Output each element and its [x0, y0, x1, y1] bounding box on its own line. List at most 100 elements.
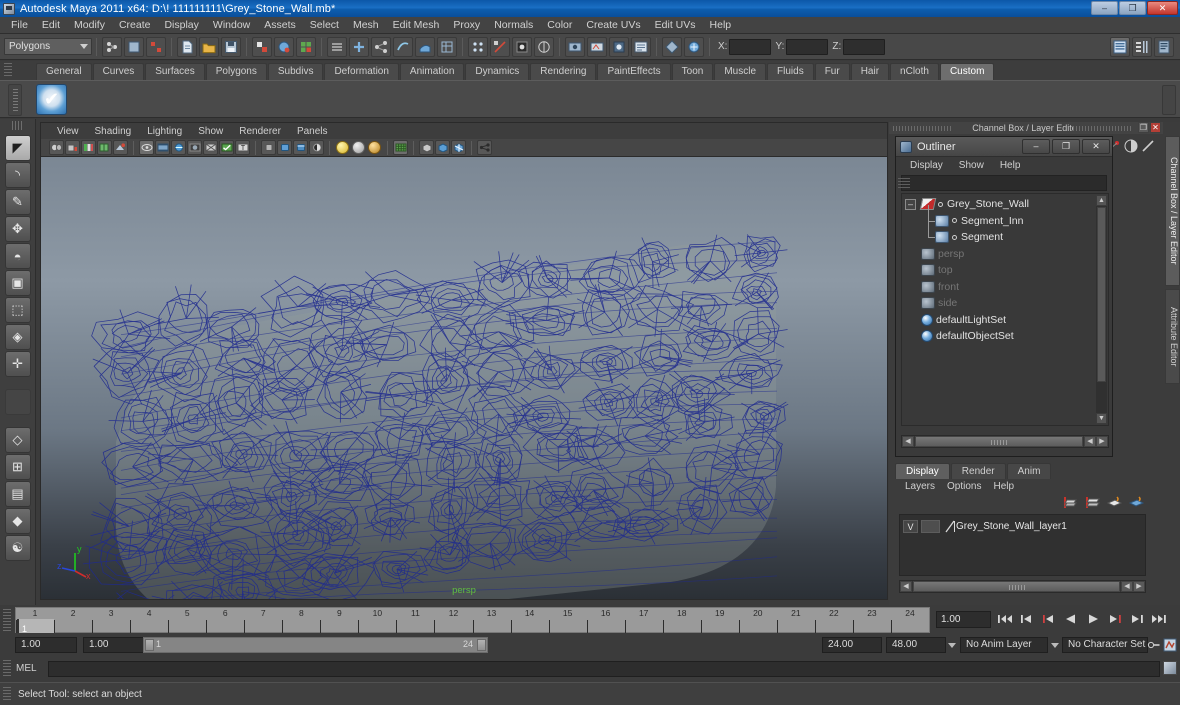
layer-editor-horizontal-scrollbar[interactable]: ◀ ◀ ▶	[899, 580, 1146, 593]
layer-list[interactable]: V Grey_Stone_Wall_layer1	[899, 514, 1146, 576]
grey-stone-wall-model[interactable]	[41, 157, 887, 599]
outliner-row[interactable]: – Grey_Stone_Wall	[902, 196, 1108, 213]
menu-item-assets[interactable]: Assets	[257, 17, 303, 33]
menu-item-edit[interactable]: Edit	[35, 17, 67, 33]
outliner-title-bar[interactable]: Outliner – ❐ ✕	[896, 137, 1112, 157]
shelf-options-button[interactable]	[1162, 85, 1176, 115]
light-bulb-amber-icon[interactable]	[368, 141, 381, 154]
shaded-toggle-icon[interactable]	[219, 140, 234, 155]
shelf-tab-subdivs[interactable]: Subdivs	[267, 63, 324, 80]
tree-expander-icon[interactable]: –	[905, 198, 916, 210]
single-perspective-layout[interactable]: ◇	[4, 427, 31, 453]
move-tool[interactable]: ✥	[4, 216, 31, 242]
four-view-layout[interactable]: ⊞	[4, 454, 31, 480]
range-start-handle[interactable]	[145, 639, 154, 651]
outliner-minimize-button[interactable]: –	[1022, 139, 1050, 154]
animation-end-time-field[interactable]: 48.00	[886, 637, 946, 653]
outliner-menu-help[interactable]: Help	[992, 160, 1029, 171]
hotbox-paint-icon[interactable]: ☯	[4, 535, 31, 561]
outliner-close-button[interactable]: ✕	[1082, 139, 1110, 154]
go-to-end-button[interactable]	[1150, 610, 1168, 628]
dynamics-icon[interactable]	[490, 36, 510, 57]
texture-toggle-icon[interactable]: T	[235, 140, 250, 155]
handles-icon[interactable]	[371, 36, 391, 57]
play-forwards-button[interactable]	[1084, 610, 1102, 628]
new-empty-layer-icon[interactable]	[1062, 496, 1078, 510]
viewport-menu-show[interactable]: Show	[190, 124, 231, 139]
outliner-tree[interactable]: – Grey_Stone_Wall Segment_Inn Segment persp t…	[901, 193, 1109, 426]
minimize-button[interactable]: –	[1091, 1, 1118, 15]
menu-item-window[interactable]: Window	[206, 17, 257, 33]
menu-item-help[interactable]: Help	[703, 17, 739, 33]
shelf-tab-deformation[interactable]: Deformation	[324, 63, 399, 80]
y-coordinate-field[interactable]	[786, 38, 829, 55]
gate-mask-icon[interactable]	[187, 140, 202, 155]
show-hide-layer-editor-button[interactable]	[1132, 36, 1152, 57]
shelf-tab-general[interactable]: General	[36, 63, 92, 80]
shelf-grip[interactable]	[8, 84, 22, 116]
last-tool-used[interactable]: ✛	[4, 351, 31, 377]
light-off-icon[interactable]	[261, 140, 276, 155]
menu-item-edit-mesh[interactable]: Edit Mesh	[386, 17, 447, 33]
film-gate-icon[interactable]	[155, 140, 170, 155]
go-to-start-button[interactable]	[996, 610, 1014, 628]
select-by-object-type-icon[interactable]	[327, 36, 347, 57]
menu-item-file[interactable]: File	[4, 17, 35, 33]
viewport-3d[interactable]: y x z persp	[41, 157, 887, 599]
shelf-tab-muscle[interactable]: Muscle	[714, 63, 767, 80]
scroll-right-step-icon[interactable]: ▶	[1096, 436, 1108, 447]
lock-camera-icon[interactable]	[65, 140, 80, 155]
shelf-tab-curves[interactable]: Curves	[92, 63, 145, 80]
hardware-render-icon[interactable]	[435, 140, 450, 155]
smooth-shade-icon[interactable]	[419, 140, 434, 155]
menu-item-normals[interactable]: Normals	[487, 17, 540, 33]
outliner-row[interactable]: Segment	[902, 221, 1108, 246]
paint-selection-tool[interactable]: ✎	[4, 189, 31, 215]
undo-icon[interactable]	[252, 36, 272, 57]
select-by-hierarchy-icon[interactable]	[102, 36, 122, 57]
hscroll-thumb[interactable]	[915, 436, 1083, 447]
range-end-handle[interactable]	[477, 639, 486, 651]
viewport-menu-renderer[interactable]: Renderer	[231, 124, 289, 139]
rotate-tool[interactable]: ◓	[4, 243, 31, 269]
universal-manipulator-tool[interactable]: ⬚	[4, 297, 31, 323]
layer-color-swatch-icon[interactable]	[945, 520, 955, 533]
outliner-maximize-button[interactable]: ❐	[1052, 139, 1080, 154]
custom-checkmark-button[interactable]: ✔	[36, 83, 67, 115]
outliner-search-field[interactable]	[898, 175, 1107, 191]
shelf-tab-painteffects[interactable]: PaintEffects	[597, 63, 671, 80]
menu-item-mesh[interactable]: Mesh	[346, 17, 386, 33]
viewport-menu-view[interactable]: View	[49, 124, 87, 139]
layer-row[interactable]: V Grey_Stone_Wall_layer1	[903, 519, 1142, 533]
new-layer-from-selected-icon[interactable]	[1084, 496, 1100, 510]
light-bulb-yellow-icon[interactable]	[336, 141, 349, 154]
playback-end-time-field[interactable]: 24.00	[822, 637, 882, 653]
select-camera-icon[interactable]	[49, 140, 64, 155]
dock-close-icon[interactable]: ✕	[1150, 122, 1161, 133]
new-empty-render-layer-icon[interactable]	[1106, 496, 1122, 510]
book-bookmark-icon[interactable]	[97, 140, 112, 155]
menu-item-create[interactable]: Create	[112, 17, 158, 33]
shelf-tab-ncloth[interactable]: nCloth	[890, 63, 939, 80]
scale-tool[interactable]: ▣	[4, 270, 31, 296]
command-line-grip[interactable]	[3, 660, 11, 676]
character-set-field[interactable]: No Character Set	[1062, 637, 1148, 653]
shelf-tab-animation[interactable]: Animation	[399, 63, 465, 80]
select-by-component-icon[interactable]	[146, 36, 166, 57]
layer-editor-menu-options[interactable]: Options	[941, 481, 987, 492]
layer-scroll-left-icon[interactable]: ◀	[900, 581, 912, 592]
animation-start-time-field[interactable]: 1.00	[15, 637, 77, 653]
grid-toggle-icon[interactable]	[139, 140, 154, 155]
scroll-thumb[interactable]	[1097, 207, 1106, 382]
shelf-tab-grip[interactable]	[4, 63, 12, 78]
select-by-component-type-icon[interactable]	[349, 36, 369, 57]
new-render-layer-from-selected-icon[interactable]	[1128, 496, 1144, 510]
open-scene-icon[interactable]	[199, 36, 219, 57]
show-hide-channel-box-icon[interactable]	[684, 36, 704, 57]
menu-item-display[interactable]: Display	[157, 17, 205, 33]
dock-restore-icon[interactable]: ❐	[1138, 122, 1149, 133]
menu-item-create-uvs[interactable]: Create UVs	[579, 17, 647, 33]
layer-editor-menu-help[interactable]: Help	[987, 481, 1020, 492]
close-button[interactable]: ✕	[1147, 1, 1178, 15]
shelf-tab-fluids[interactable]: Fluids	[767, 63, 814, 80]
